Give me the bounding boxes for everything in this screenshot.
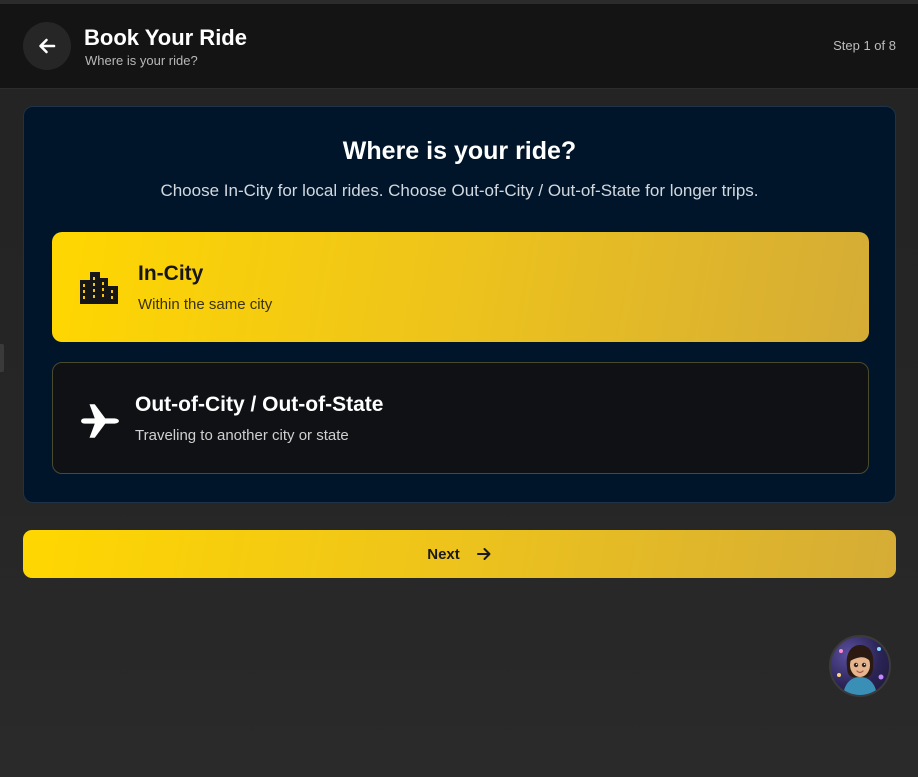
avatar-illustration [837,645,884,695]
arrow-right-icon [476,548,491,560]
scroll-handle[interactable] [0,344,4,372]
option-out-of-city[interactable]: Out-of-City / Out-of-State Traveling to … [52,362,869,474]
next-button[interactable]: Next [23,530,896,578]
airplane-icon [81,404,119,438]
app-header: Book Your Ride Where is your ride? Step … [0,4,918,89]
assistant-avatar[interactable] [829,635,891,697]
step-indicator: Step 1 of 8 [833,38,896,53]
ride-type-panel: Where is your ride? Choose In-City for l… [23,106,896,503]
back-button[interactable] [23,22,71,70]
panel-description: Choose In-City for local rides. Choose O… [160,181,759,200]
option-in-city-description: Within the same city [138,296,273,313]
page-title: Book Your Ride [84,25,247,50]
city-buildings-icon [80,272,118,304]
option-out-of-city-description: Traveling to another city or state [135,427,349,444]
next-button-label: Next [427,545,460,563]
option-in-city[interactable]: In-City Within the same city [52,232,869,342]
option-in-city-title: In-City [138,262,204,285]
option-out-of-city-title: Out-of-City / Out-of-State [135,393,384,416]
panel-heading: Where is your ride? [342,137,577,165]
arrow-left-icon [39,38,56,54]
page-subtitle: Where is your ride? [85,53,198,68]
